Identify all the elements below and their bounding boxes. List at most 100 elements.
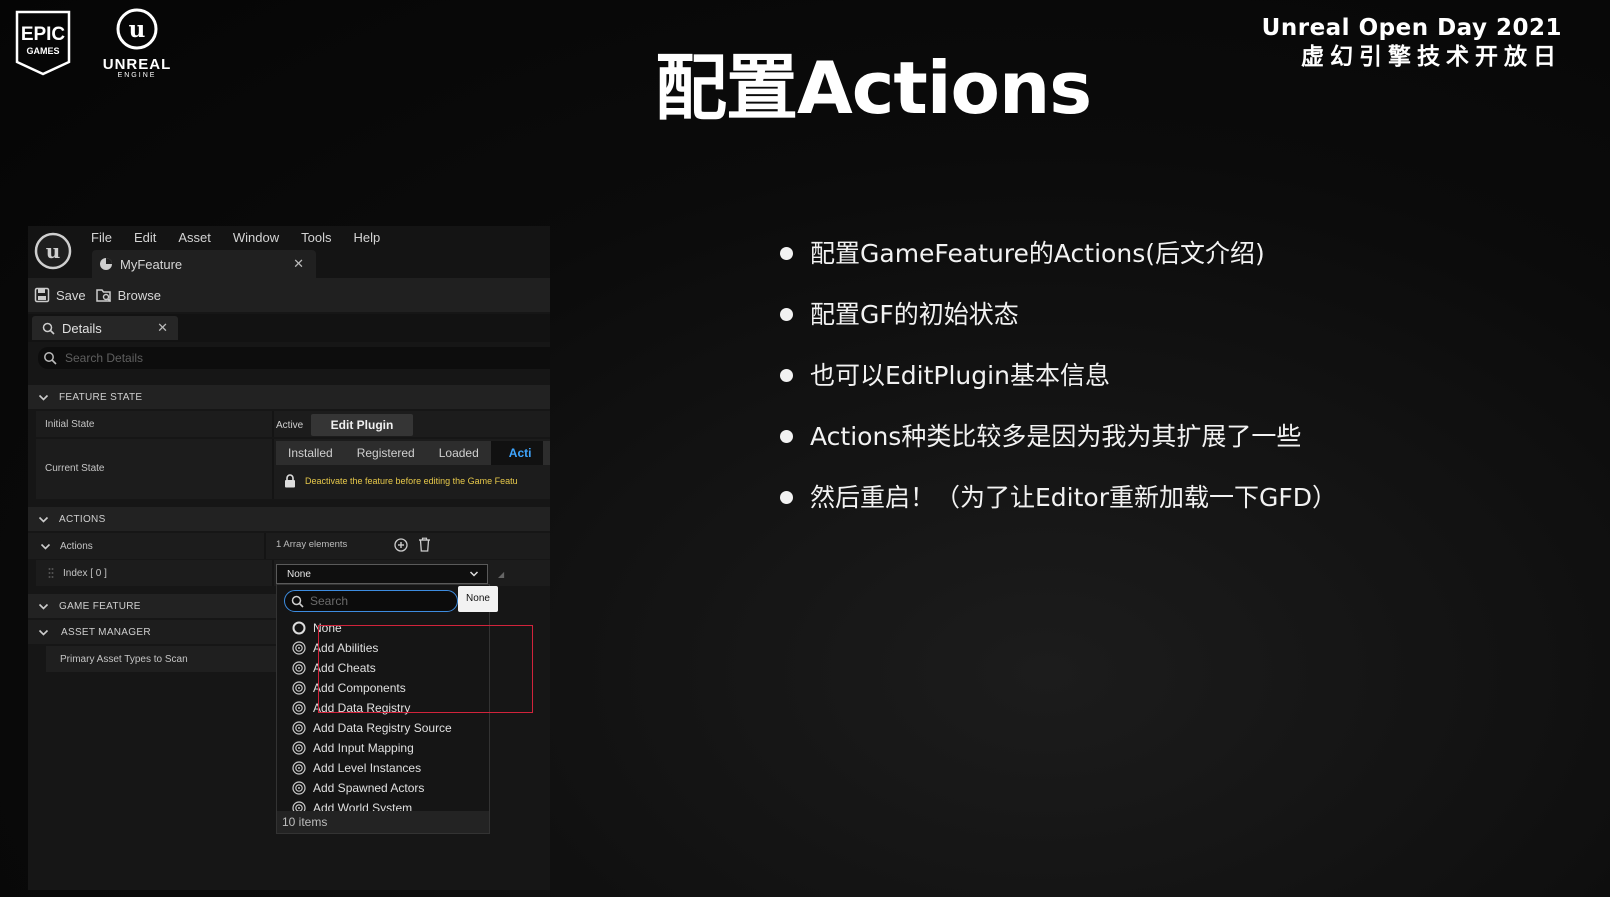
save-label: Save bbox=[56, 287, 86, 303]
main-menu: File Edit Asset Window Tools Help bbox=[91, 230, 402, 246]
svg-text:u: u bbox=[46, 239, 61, 263]
resize-grip-icon[interactable]: ◢ bbox=[498, 570, 504, 579]
primary-asset-row: Primary Asset Types to Scan bbox=[46, 646, 286, 672]
index-label: Index [ 0 ] bbox=[63, 568, 107, 579]
initial-state-value: Active bbox=[276, 420, 304, 431]
dropdown-item-add-spawned-actors[interactable]: Add Spawned Actors bbox=[277, 778, 489, 798]
section-game-feature[interactable]: GAME FEATURE bbox=[28, 594, 278, 618]
search-icon bbox=[291, 595, 304, 608]
warning-text: Deactivate the feature before editing th… bbox=[305, 476, 518, 486]
panel-tab-bar: Details ✕ bbox=[28, 314, 550, 342]
class-icon bbox=[292, 641, 306, 655]
class-icon bbox=[292, 701, 306, 715]
slide-title: 配置Actions bbox=[655, 46, 1092, 130]
chevron-down-icon[interactable] bbox=[40, 541, 51, 552]
dropdown-item-label: Add Input Mapping bbox=[313, 741, 414, 755]
search-icon bbox=[44, 352, 57, 365]
state-active[interactable]: Acti bbox=[490, 441, 544, 465]
class-icon bbox=[292, 721, 306, 735]
details-tab[interactable]: Details ✕ bbox=[32, 316, 178, 340]
initial-state-label: Initial State bbox=[45, 419, 95, 430]
bullet-list: 配置GameFeature的Actions(后文介绍) 配置GF的初始状态 也可… bbox=[778, 232, 1338, 537]
save-icon bbox=[34, 287, 50, 303]
lock-icon bbox=[285, 474, 295, 488]
event-name: Unreal Open Day 2021 虚幻引擎技术开放日 bbox=[1262, 14, 1562, 72]
dropdown-item-label: Add Spawned Actors bbox=[313, 781, 425, 795]
search-details-bar bbox=[38, 347, 550, 369]
engine-word: ENGINE bbox=[117, 72, 157, 79]
bullet-item: 配置GameFeature的Actions(后文介绍) bbox=[778, 232, 1338, 276]
section-title: ASSET MANAGER bbox=[61, 626, 151, 638]
class-icon bbox=[292, 741, 306, 755]
dropdown-item-add-level-instances[interactable]: Add Level Instances bbox=[277, 758, 489, 778]
dropdown-search-input[interactable] bbox=[310, 594, 440, 608]
chevron-down-icon bbox=[469, 571, 479, 577]
dropdown-item-add-input-mapping[interactable]: Add Input Mapping bbox=[277, 738, 489, 758]
details-tab-label: Details bbox=[62, 320, 102, 336]
section-title: FEATURE STATE bbox=[59, 391, 143, 403]
section-actions[interactable]: ACTIONS bbox=[28, 507, 550, 531]
document-tab[interactable]: MyFeature ✕ bbox=[92, 250, 316, 278]
browse-icon bbox=[95, 289, 111, 303]
state-selector: Installed Registered Loaded Acti bbox=[276, 441, 550, 465]
menu-edit[interactable]: Edit bbox=[134, 230, 156, 246]
row-divider bbox=[264, 533, 266, 559]
event-name-zh: 虚幻引擎技术开放日 bbox=[1301, 44, 1562, 70]
svg-text:u: u bbox=[129, 16, 146, 43]
state-loaded[interactable]: Loaded bbox=[427, 441, 491, 465]
none-radio-icon bbox=[292, 621, 306, 635]
browse-button[interactable]: Browse bbox=[95, 287, 161, 303]
item-count: 10 items bbox=[282, 815, 328, 829]
menu-tools[interactable]: Tools bbox=[301, 230, 331, 246]
details-icon bbox=[42, 322, 55, 335]
browse-label: Browse bbox=[117, 287, 161, 303]
bullet-item: Actions种类比较多是因为我为其扩展了一些 bbox=[778, 415, 1338, 459]
close-icon[interactable]: ✕ bbox=[157, 320, 168, 336]
chevron-down-icon bbox=[38, 394, 49, 401]
section-title: ACTIONS bbox=[59, 513, 106, 525]
dropdown-item-add-data-registry-source[interactable]: Add Data Registry Source bbox=[277, 718, 489, 738]
action-class-combo[interactable]: None bbox=[276, 564, 488, 584]
chevron-down-icon bbox=[38, 603, 49, 610]
bullet-item: 然后重启！（为了让Editor重新加载一下GFD） bbox=[778, 476, 1338, 520]
primary-asset-label: Primary Asset Types to Scan bbox=[60, 654, 188, 665]
chevron-down-icon bbox=[38, 629, 49, 636]
edit-warning: Deactivate the feature before editing th… bbox=[284, 474, 518, 488]
menu-window[interactable]: Window bbox=[233, 230, 279, 246]
document-tab-label: MyFeature bbox=[120, 256, 183, 272]
menu-help[interactable]: Help bbox=[353, 230, 380, 246]
dropdown-item-label: Add Data Registry Source bbox=[313, 721, 452, 735]
menu-asset[interactable]: Asset bbox=[178, 230, 211, 246]
edit-plugin-button[interactable]: Edit Plugin bbox=[311, 414, 413, 436]
bullet-item: 也可以EditPlugin基本信息 bbox=[778, 354, 1338, 398]
add-element-icon[interactable] bbox=[394, 538, 408, 552]
row-divider bbox=[272, 439, 274, 499]
unreal-editor-icon[interactable]: u bbox=[34, 232, 72, 270]
search-details-input[interactable] bbox=[65, 351, 465, 365]
class-icon bbox=[292, 761, 306, 775]
section-title: GAME FEATURE bbox=[59, 600, 141, 612]
class-icon bbox=[292, 781, 306, 795]
section-asset-manager[interactable]: ASSET MANAGER bbox=[28, 620, 278, 644]
save-button[interactable]: Save bbox=[34, 287, 86, 303]
highlight-box bbox=[318, 625, 533, 713]
menu-file[interactable]: File bbox=[91, 230, 112, 246]
dropdown-search bbox=[284, 590, 458, 612]
unreal-engine-logo: u UNREAL ENGINE bbox=[92, 8, 182, 80]
state-registered[interactable]: Registered bbox=[345, 441, 427, 465]
combo-value: None bbox=[287, 568, 311, 580]
game-feature-icon bbox=[100, 258, 112, 270]
array-count: 1 Array elements bbox=[276, 539, 348, 550]
trash-icon[interactable] bbox=[418, 537, 431, 552]
section-feature-state[interactable]: FEATURE STATE bbox=[28, 385, 550, 409]
close-icon[interactable]: ✕ bbox=[293, 256, 304, 272]
dropdown-footer: 10 items bbox=[277, 811, 489, 833]
editor-window: u File Edit Asset Window Tools Help MyFe… bbox=[28, 226, 550, 890]
drag-handle-icon[interactable] bbox=[48, 567, 54, 581]
row-divider bbox=[272, 411, 274, 437]
unreal-engine-icon: u bbox=[116, 8, 158, 50]
games-logo-word: GAMES bbox=[26, 46, 59, 56]
epic-games-logo: EPIC GAMES bbox=[15, 10, 71, 76]
state-installed[interactable]: Installed bbox=[276, 441, 345, 465]
tooltip: None bbox=[458, 586, 498, 612]
